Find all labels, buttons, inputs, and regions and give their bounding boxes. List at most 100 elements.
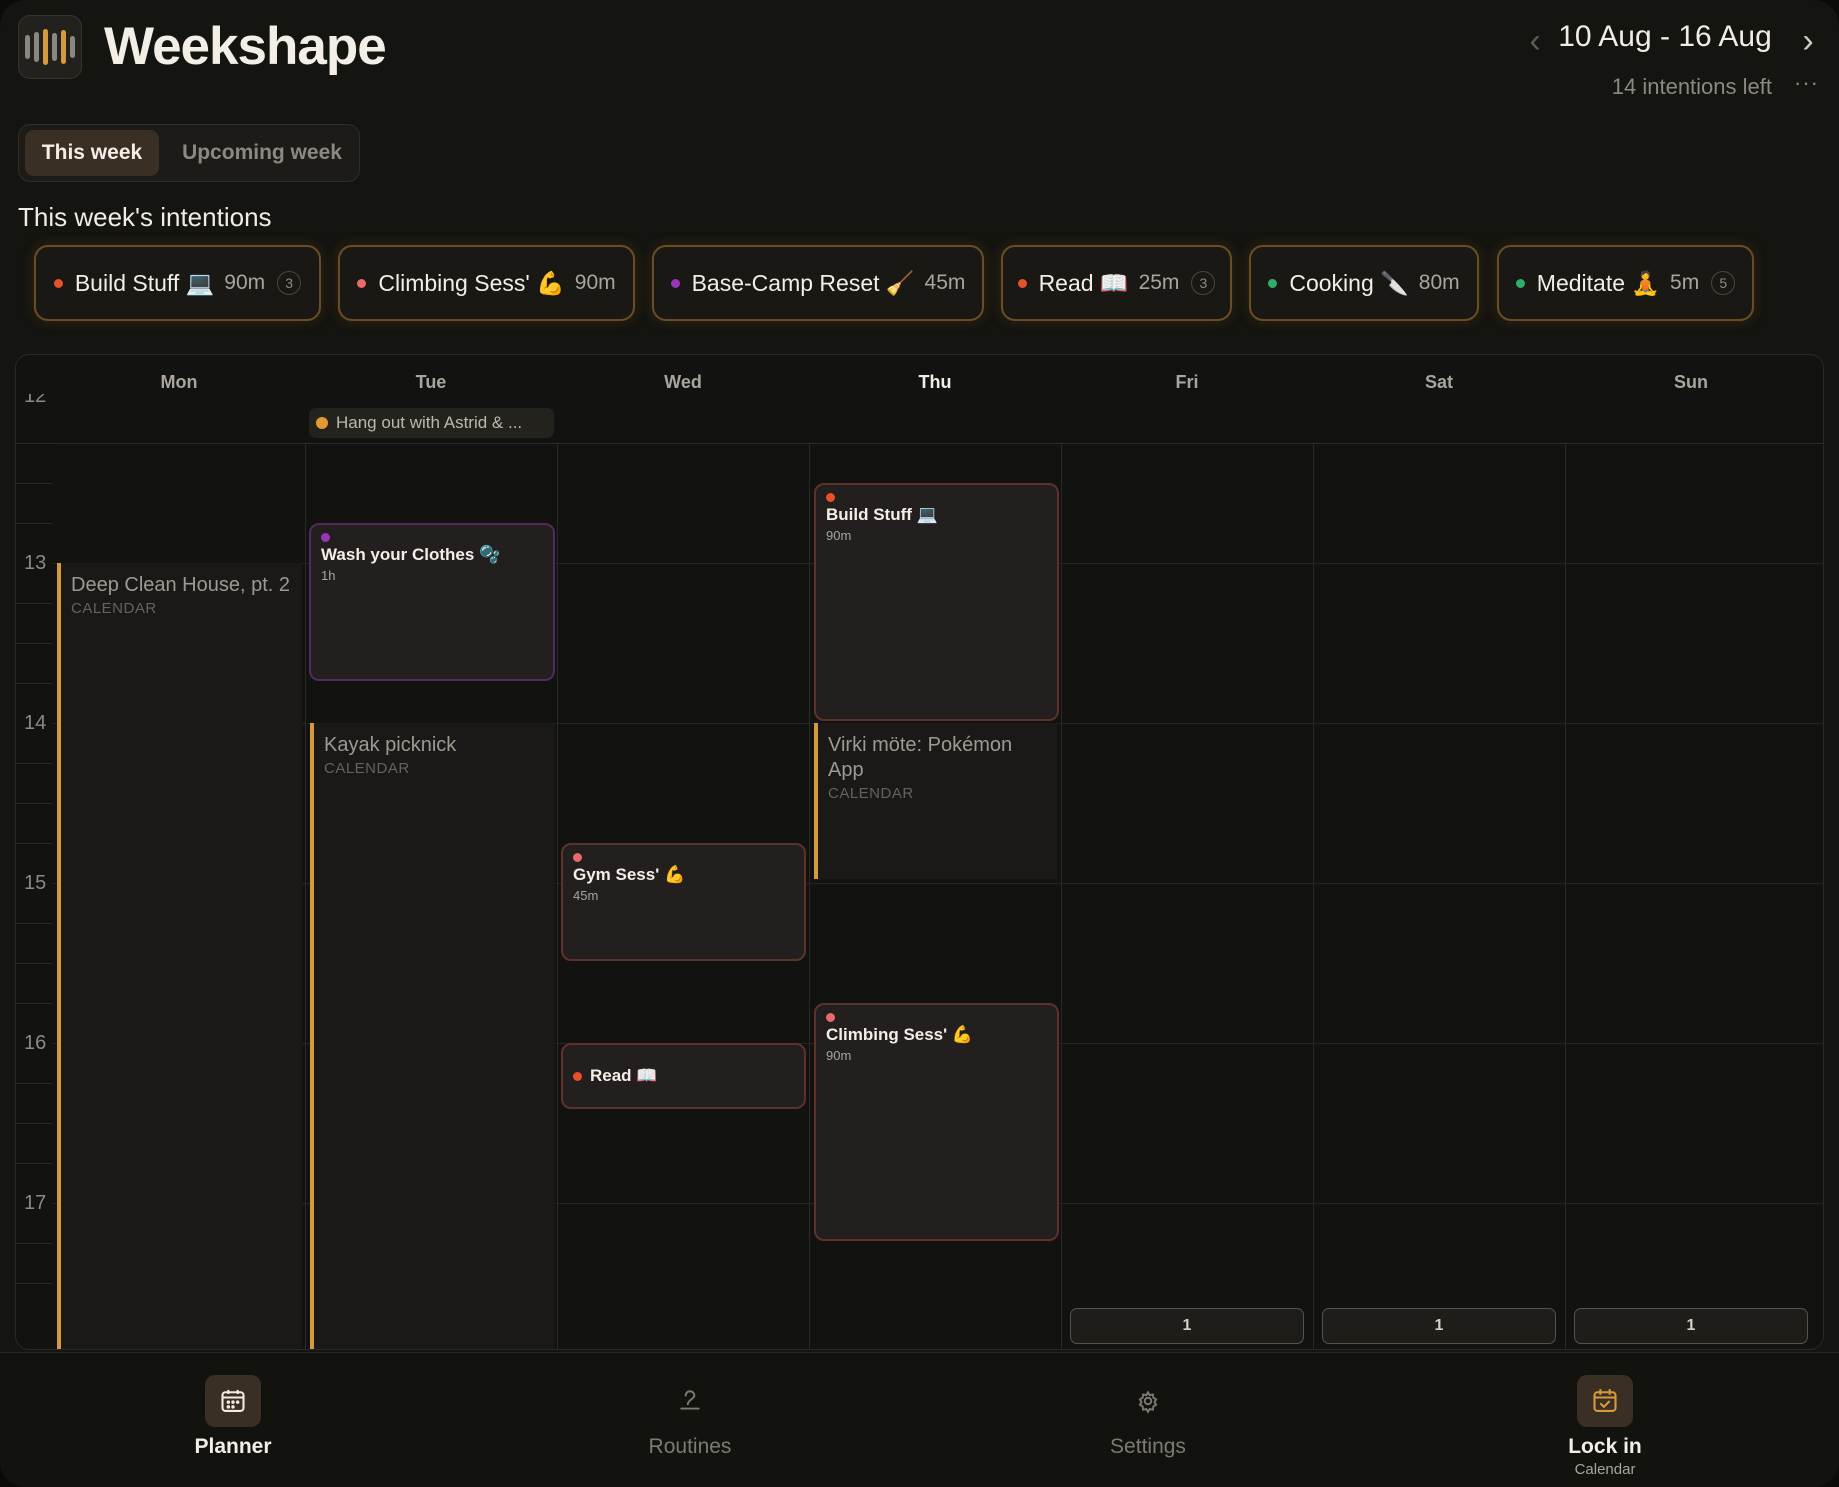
chevron-right-icon[interactable]: › [1795,22,1821,61]
intentions-title: This week's intentions [18,202,272,232]
time-tick [16,963,52,964]
intention-chip-cooking[interactable]: Cooking 🔪 80m [1249,245,1479,321]
block-dot [573,853,582,862]
column-divider [557,443,558,1349]
block-read[interactable]: Read 📖 [561,1043,806,1109]
intention-name: Climbing Sess' 💪 [378,269,565,296]
day-header-mon: Mon [160,372,198,392]
event-source: CALENDAR [324,760,410,777]
block-title: Wash your Clothes 🫧 [321,545,501,564]
intention-count-badge: 5 [1711,271,1736,295]
block-duration: 1h [321,568,336,583]
all-day-event[interactable]: Hang out with Astrid & ... [309,408,554,438]
time-tick [16,683,52,684]
intention-chip-read[interactable]: Read 📖 25m 3 [1001,245,1232,321]
tab-label: Planner [194,1435,272,1458]
tab-lock-in[interactable]: Lock in Calendar [1485,1353,1725,1487]
block-title: Gym Sess' 💪 [573,865,686,884]
time-tick [16,843,52,844]
block-title: Build Stuff 💻 [826,505,938,524]
day-header-thu: Thu [918,372,952,392]
time-tick [16,1083,52,1084]
day-header-sat: Sat [1424,372,1453,392]
upcoming-week-tab[interactable]: Upcoming week [171,130,353,176]
tab-planner[interactable]: Planner [113,1353,353,1487]
time-tick [16,1283,52,1284]
intention-chip-build-stuff[interactable]: Build Stuff 💻 90m 3 [34,245,321,321]
time-tick [16,483,52,484]
intention-name: Build Stuff 💻 [74,269,215,296]
block-gym-sess[interactable]: Gym Sess' 💪 45m [561,843,806,961]
time-tick [16,763,52,764]
tab-settings[interactable]: Settings [1028,1353,1268,1487]
intention-minutes: 25m [1138,271,1180,294]
calendar-event-deep-clean[interactable]: Deep Clean House, pt. 2 CALENDAR [57,563,302,1349]
status-dot [1268,278,1278,288]
intention-minutes: 45m [924,271,966,294]
block-build-stuff[interactable]: Build Stuff 💻 90m [814,483,1059,721]
event-title: Kayak picknick [324,734,457,756]
tab-label: Lock in [1568,1435,1642,1458]
day-header-sun: Sun [1674,372,1708,392]
week-toggle: This week Upcoming week [18,124,360,182]
event-title: Virki möte: Pokémon App [828,734,1013,781]
calendar-event-virki[interactable]: Virki möte: Pokémon App CALENDAR [814,723,1057,879]
status-dot [1515,278,1525,288]
day-header-wed: Wed [664,372,702,392]
intention-count-badge: 3 [277,271,302,295]
time-tick [16,1003,52,1004]
intention-minutes: 90m [224,271,266,294]
tab-label: Routines [648,1435,732,1458]
day-count-sun[interactable]: 1 [1574,1308,1808,1344]
block-duration: 90m [826,1048,852,1063]
column-divider [305,443,306,1349]
app-logo [18,15,82,79]
hour-label: 16 [24,1032,47,1054]
block-dot [826,493,835,502]
column-divider [809,443,810,1349]
hour-label: 13 [24,552,47,574]
block-title: Read 📖 [590,1066,658,1085]
calendar-event-kayak[interactable]: Kayak picknick CALENDAR [310,723,555,1349]
block-climbing-sess[interactable]: Climbing Sess' 💪 90m [814,1003,1059,1241]
day-header-tue: Tue [415,372,447,392]
event-title: Deep Clean House, pt. 2 [71,574,291,596]
column-divider [1565,443,1566,1349]
calendar-icon [205,1375,261,1427]
calendar-check-icon [1577,1375,1633,1427]
time-tick [16,803,52,804]
time-tick [16,443,52,444]
block-dot [321,533,330,542]
intention-chip-meditate[interactable]: Meditate 🧘 5m 5 [1497,245,1754,321]
status-dot [670,278,680,288]
intention-name: Read 📖 [1038,269,1129,296]
tab-label: Settings [1110,1435,1186,1458]
time-tick [16,1123,52,1124]
day-count-fri[interactable]: 1 [1070,1308,1304,1344]
block-wash-clothes[interactable]: Wash your Clothes 🫧 1h [309,523,555,681]
hour-label: 12 [24,394,47,407]
intention-chip-climbing[interactable]: Climbing Sess' 💪 90m [338,245,635,321]
event-dot [316,417,328,429]
column-divider [1061,443,1062,1349]
column-divider [1313,443,1314,1349]
day-count-sat[interactable]: 1 [1322,1308,1556,1344]
status-dot [1017,278,1027,288]
intention-name: Base-Camp Reset 🧹 [691,269,915,296]
this-week-tab[interactable]: This week [25,130,159,176]
event-source: CALENDAR [71,600,157,617]
app-window: Weekshape ‹ 10 Aug - 16 Aug › 14 intenti… [0,0,1839,1487]
tab-routines[interactable]: Routines [570,1353,810,1487]
all-day-event-label: Hang out with Astrid & ... [336,413,523,432]
block-title: Climbing Sess' 💪 [826,1025,974,1044]
time-tick [16,1243,52,1244]
block-duration: 45m [573,888,599,903]
block-dot [573,1071,582,1081]
time-tick [16,603,52,604]
hour-label: 15 [24,872,47,894]
ellipsis-icon[interactable]: ··· [1794,70,1819,96]
hour-label: 14 [24,712,47,734]
time-tick [16,523,52,524]
time-tick [16,1163,52,1164]
intention-chip-base-camp[interactable]: Base-Camp Reset 🧹 45m [652,245,984,321]
